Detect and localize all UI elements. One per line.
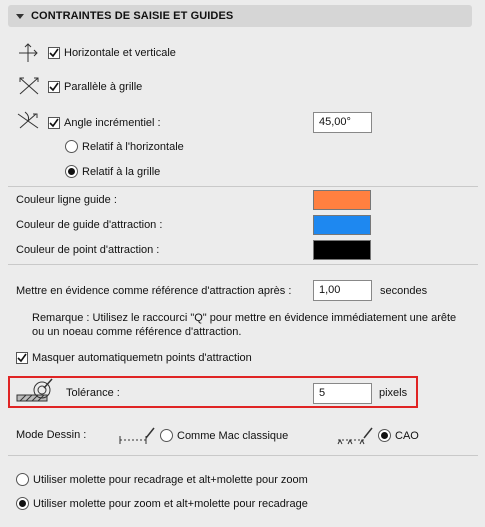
relative-grid-option[interactable]: Relatif à la grille bbox=[65, 165, 160, 178]
highlight-delay-unit: secondes bbox=[380, 285, 428, 297]
parallel-grid-option[interactable]: Parallèle à grille bbox=[48, 81, 142, 93]
cad-option[interactable]: CAO bbox=[378, 429, 419, 442]
snap-point-color-swatch[interactable] bbox=[313, 240, 371, 260]
incremental-angle-checkbox[interactable] bbox=[48, 117, 60, 129]
incremental-angle-input[interactable]: 45,00° bbox=[313, 112, 372, 133]
wheel-option-2-radio[interactable] bbox=[16, 497, 29, 510]
tolerance-snap-icon bbox=[16, 378, 53, 402]
snap-guide-color-label: Couleur de guide d'attraction : bbox=[16, 219, 163, 231]
cad-draw-icon bbox=[337, 427, 373, 445]
collapse-triangle-icon[interactable] bbox=[16, 13, 24, 19]
wheel-option-2[interactable]: Utiliser molette pour zoom et alt+molett… bbox=[16, 497, 308, 510]
incremental-angle-option[interactable]: Angle incrémentiel : bbox=[48, 117, 161, 129]
relative-grid-radio[interactable] bbox=[65, 165, 78, 178]
mac-classic-draw-icon bbox=[119, 427, 155, 444]
wheel-option-1[interactable]: Utiliser molette pour recadrage et alt+m… bbox=[16, 473, 308, 486]
cad-label: CAO bbox=[395, 429, 419, 442]
parallel-grid-checkbox[interactable] bbox=[48, 81, 60, 93]
relative-horizontal-label: Relatif à l'horizontale bbox=[82, 140, 184, 153]
mac-classic-radio[interactable] bbox=[160, 429, 173, 442]
snap-point-color-label: Couleur de point d'attraction : bbox=[16, 244, 160, 256]
divider bbox=[8, 186, 478, 187]
incremental-angle-label: Angle incrémentiel : bbox=[64, 117, 161, 129]
crosshair-arrows-icon bbox=[19, 43, 38, 62]
tolerance-unit: pixels bbox=[379, 387, 408, 399]
horizontal-vertical-option[interactable]: Horizontale et verticale bbox=[48, 47, 176, 59]
wheel-option-1-radio[interactable] bbox=[16, 473, 29, 486]
draw-mode-label: Mode Dessin : bbox=[16, 429, 87, 441]
highlight-delay-input[interactable]: 1,00 bbox=[313, 280, 372, 301]
parallel-grid-icon bbox=[19, 77, 39, 95]
relative-grid-label: Relatif à la grille bbox=[82, 165, 161, 178]
guide-line-color-swatch[interactable] bbox=[313, 190, 371, 210]
auto-hide-label: Masquer automatiquemetn points d'attract… bbox=[32, 352, 252, 364]
snap-guide-color-swatch[interactable] bbox=[313, 215, 371, 235]
relative-horizontal-option[interactable]: Relatif à l'horizontale bbox=[65, 140, 184, 153]
horizontal-vertical-label: Horizontale et verticale bbox=[64, 47, 176, 59]
remark-line-1: Remarque : Utilisez le raccourci "Q" pou… bbox=[32, 312, 457, 324]
wheel-option-2-label: Utiliser molette pour zoom et alt+molett… bbox=[33, 497, 308, 510]
mac-classic-label: Comme Mac classique bbox=[177, 429, 289, 442]
parallel-grid-label: Parallèle à grille bbox=[64, 81, 143, 93]
relative-horizontal-radio[interactable] bbox=[65, 140, 78, 153]
auto-hide-checkbox[interactable] bbox=[16, 352, 28, 364]
guide-line-color-label: Couleur ligne guide : bbox=[16, 194, 117, 206]
mac-classic-option[interactable]: Comme Mac classique bbox=[160, 429, 288, 442]
panel-title: CONTRAINTES DE SAISIE ET GUIDES bbox=[31, 10, 234, 22]
tolerance-label: Tolérance : bbox=[66, 387, 120, 399]
auto-hide-option[interactable]: Masquer automatiquemetn points d'attract… bbox=[16, 352, 252, 364]
incremental-angle-icon bbox=[17, 111, 39, 129]
horizontal-vertical-checkbox[interactable] bbox=[48, 47, 60, 59]
divider bbox=[8, 264, 478, 265]
highlight-delay-label: Mettre en évidence comme référence d'att… bbox=[16, 285, 292, 297]
divider bbox=[8, 455, 478, 456]
wheel-option-1-label: Utiliser molette pour recadrage et alt+m… bbox=[33, 473, 308, 486]
tolerance-input[interactable]: 5 bbox=[313, 383, 372, 404]
remark-line-2: ou un noeau comme référence d'attraction… bbox=[32, 326, 242, 338]
cad-radio[interactable] bbox=[378, 429, 391, 442]
panel-header[interactable]: CONTRAINTES DE SAISIE ET GUIDES bbox=[8, 5, 472, 27]
